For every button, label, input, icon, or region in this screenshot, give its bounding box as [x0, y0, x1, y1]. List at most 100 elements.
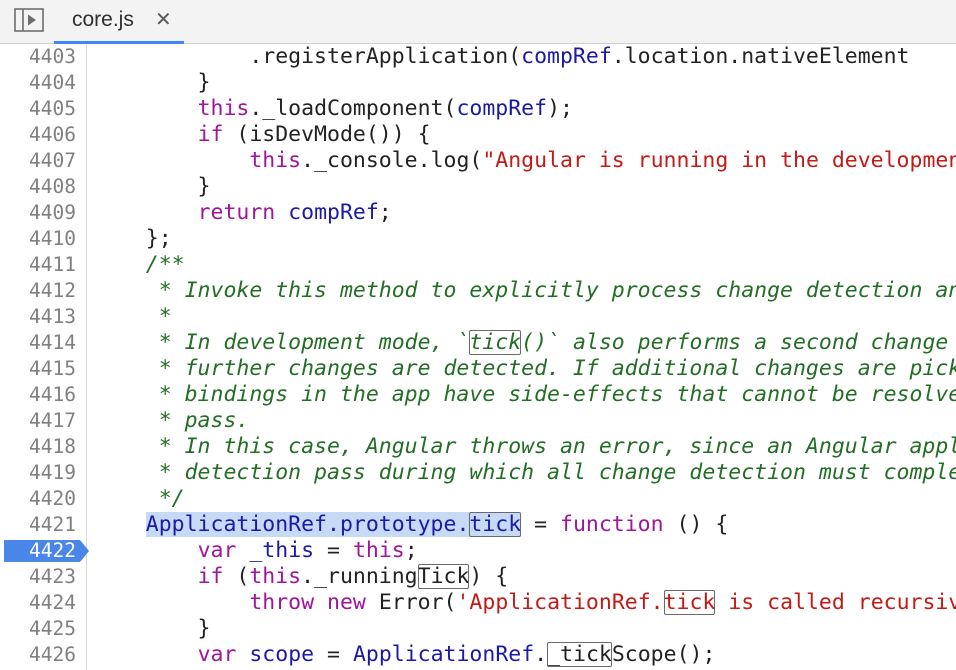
line-number[interactable]: 4425 — [0, 616, 76, 642]
code-line[interactable]: 4405 this._loadComponent(compRef); — [0, 96, 956, 122]
code-line[interactable]: 4403 .registerApplication(compRef.locati… — [0, 45, 956, 70]
line-number[interactable]: 4403 — [0, 45, 76, 70]
line-number[interactable]: 4406 — [0, 122, 76, 148]
code-token: } — [94, 616, 211, 641]
line-number[interactable]: 4410 — [0, 226, 76, 252]
search-match: _tick — [547, 642, 612, 667]
code-text: * — [94, 304, 172, 330]
code-line[interactable]: 4422 var _this = this; — [0, 538, 956, 564]
panel-toggle-icon[interactable] — [14, 8, 44, 32]
code-line[interactable]: 4414 * In development mode, `tick()` als… — [0, 330, 956, 356]
code-line[interactable]: 4412 * Invoke this method to explicitly … — [0, 278, 956, 304]
line-number[interactable]: 4407 — [0, 148, 76, 174]
line-number[interactable]: 4405 — [0, 96, 76, 122]
code-token: return — [197, 200, 276, 225]
code-token: Error( — [365, 590, 457, 615]
code-line[interactable]: 4411 /** — [0, 252, 956, 278]
tab-core-js[interactable]: core.js ✕ — [54, 0, 184, 44]
code-text: * In this case, Angular throws an error,… — [94, 434, 956, 460]
breakpoint-line-number[interactable]: 4422 — [0, 538, 76, 564]
line-number[interactable]: 4412 — [0, 278, 76, 304]
line-number[interactable]: 4421 — [0, 512, 76, 538]
code-token: throw — [249, 590, 315, 615]
code-line[interactable]: 4410 }; — [0, 226, 956, 252]
line-number[interactable]: 4420 — [0, 486, 76, 512]
code-token: . — [534, 642, 548, 667]
line-number[interactable]: 4417 — [0, 408, 76, 434]
code-token: ; — [404, 538, 418, 563]
line-number[interactable]: 4419 — [0, 460, 76, 486]
code-text: } — [94, 174, 211, 200]
code-token: is called recursively' — [728, 590, 956, 615]
code-text: ApplicationRef.prototype.tick = function… — [94, 512, 728, 538]
code-line[interactable]: 4404 } — [0, 70, 956, 96]
code-line[interactable]: 4413 * — [0, 304, 956, 330]
line-number[interactable]: 4411 — [0, 252, 76, 278]
code-line[interactable]: 4426 var scope = ApplicationRef._tickSco… — [0, 642, 956, 668]
code-token: if — [197, 122, 224, 147]
code-line[interactable]: 4421 ApplicationRef.prototype.tick = fun… — [0, 512, 956, 538]
line-number[interactable]: 4423 — [0, 564, 76, 590]
code-text: /** — [94, 252, 185, 278]
code-token: * In this case, Angular throws an error,… — [158, 434, 956, 459]
code-line[interactable]: 4423 if (this._runningTick) { — [0, 564, 956, 590]
code-token: if — [197, 564, 224, 589]
code-token: ._loadComponent( — [249, 96, 457, 121]
code-line[interactable]: 4415 * further changes are detected. If … — [0, 356, 956, 382]
code-token: Scope(); — [611, 642, 716, 667]
code-line[interactable]: 4406 if (isDevMode()) { — [0, 122, 956, 148]
line-number[interactable]: 4424 — [0, 590, 76, 616]
editor-tab-bar: core.js ✕ — [0, 0, 956, 44]
code-line[interactable]: 4425 } — [0, 616, 956, 642]
code-token: * further changes are detected. If addit… — [94, 356, 956, 381]
line-number[interactable]: 4415 — [0, 356, 76, 382]
line-number[interactable]: 4416 — [0, 382, 76, 408]
code-line[interactable]: 4418 * In this case, Angular throws an e… — [0, 434, 956, 460]
line-number[interactable]: 4404 — [0, 70, 76, 96]
code-token: ApplicationRef — [352, 642, 535, 667]
code-token: ()` also performs a second change detect… — [521, 330, 949, 355]
code-line[interactable]: 4417 * pass. — [0, 408, 956, 434]
code-token: * — [94, 304, 172, 329]
execution-highlight: ApplicationRef.prototype. — [145, 512, 470, 537]
code-line[interactable]: 4420 */ — [0, 486, 956, 512]
code-line[interactable]: 4424 throw new Error('ApplicationRef.tic… — [0, 590, 956, 616]
code-token: ( — [223, 564, 250, 589]
code-token: new — [327, 590, 366, 615]
line-number[interactable]: 4426 — [0, 642, 76, 668]
code-token: .location.nativeElement — [611, 45, 910, 69]
code-text: this._console.log("Angular is running in… — [94, 148, 956, 174]
code-line[interactable]: 4416 * bindings in the app have side-eff… — [0, 382, 956, 408]
line-number[interactable]: 4408 — [0, 174, 76, 200]
code-token: compRef — [456, 96, 548, 121]
code-editor[interactable]: 4403 .registerApplication(compRef.locati… — [0, 45, 956, 670]
code-text: */ — [94, 486, 185, 512]
code-line[interactable]: 4409 return compRef; — [0, 200, 956, 226]
code-line[interactable]: 4419 * detection pass during which all c… — [0, 460, 956, 486]
search-match: Tick — [417, 564, 470, 589]
code-token: } — [94, 174, 211, 199]
close-icon[interactable]: ✕ — [155, 7, 172, 31]
code-token: .registerApplication( — [94, 45, 522, 69]
line-number[interactable]: 4418 — [0, 434, 76, 460]
line-number[interactable]: 4409 — [0, 200, 76, 226]
code-token: * detection pass during which all change… — [94, 460, 956, 485]
code-token: this — [197, 96, 250, 121]
code-token: compRef — [288, 200, 379, 225]
code-text: if (this._runningTick) { — [94, 564, 508, 590]
code-token: } — [94, 70, 211, 95]
code-line[interactable]: 4408 } — [0, 174, 956, 200]
code-text: }; — [94, 226, 172, 252]
code-line[interactable]: 4407 this._console.log("Angular is runni… — [0, 148, 956, 174]
line-number[interactable]: 4413 — [0, 304, 76, 330]
code-text: .registerApplication(compRef.location.na… — [94, 45, 909, 70]
line-number[interactable]: 4414 — [0, 330, 76, 356]
